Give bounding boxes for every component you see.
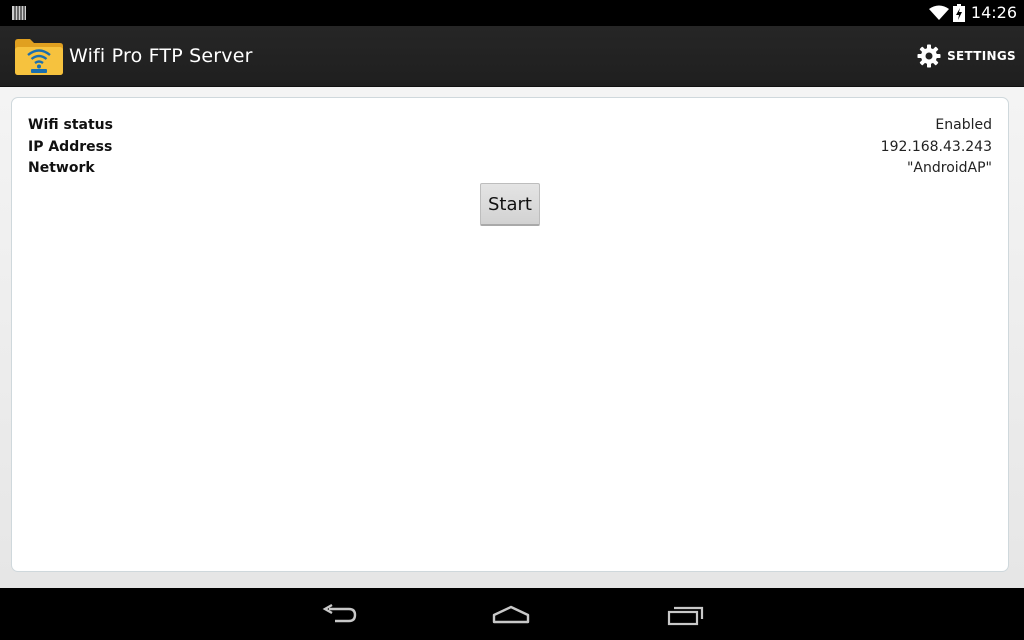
back-icon[interactable] bbox=[319, 602, 359, 628]
settings-label: SETTINGS bbox=[947, 49, 1016, 63]
battery-charging-icon bbox=[952, 4, 965, 22]
gear-icon bbox=[917, 44, 941, 68]
wifi-status-label: Wifi status bbox=[28, 117, 113, 133]
network-row: Network "AndroidAP" bbox=[28, 158, 992, 179]
server-info-card: Wifi status Enabled IP Address 192.168.4… bbox=[11, 97, 1009, 572]
recent-apps-icon[interactable] bbox=[665, 602, 705, 628]
ip-address-row: IP Address 192.168.43.243 bbox=[28, 137, 992, 158]
ip-address-label: IP Address bbox=[28, 139, 113, 155]
wifi-status-value: Enabled bbox=[935, 117, 992, 133]
action-bar: Wifi Pro FTP Server SETTINGS bbox=[0, 26, 1024, 87]
network-value: "AndroidAP" bbox=[906, 160, 992, 176]
status-icons: 14:26 bbox=[928, 0, 1017, 26]
wifi-icon bbox=[928, 5, 949, 20]
app-title: Wifi Pro FTP Server bbox=[69, 45, 253, 67]
ftp-folder-wifi-icon[interactable] bbox=[14, 36, 64, 76]
status-time: 14:26 bbox=[970, 3, 1017, 22]
start-button[interactable]: Start bbox=[480, 183, 540, 226]
content-area: Wifi status Enabled IP Address 192.168.4… bbox=[0, 87, 1024, 588]
network-label: Network bbox=[28, 160, 95, 176]
settings-button[interactable]: SETTINGS bbox=[917, 26, 1016, 86]
home-icon[interactable] bbox=[491, 602, 531, 628]
notification-icon bbox=[12, 6, 26, 20]
wifi-status-row: Wifi status Enabled bbox=[28, 115, 992, 136]
status-bar: 14:26 bbox=[0, 0, 1024, 26]
ip-address-value: 192.168.43.243 bbox=[880, 139, 992, 155]
navigation-bar bbox=[0, 588, 1024, 640]
